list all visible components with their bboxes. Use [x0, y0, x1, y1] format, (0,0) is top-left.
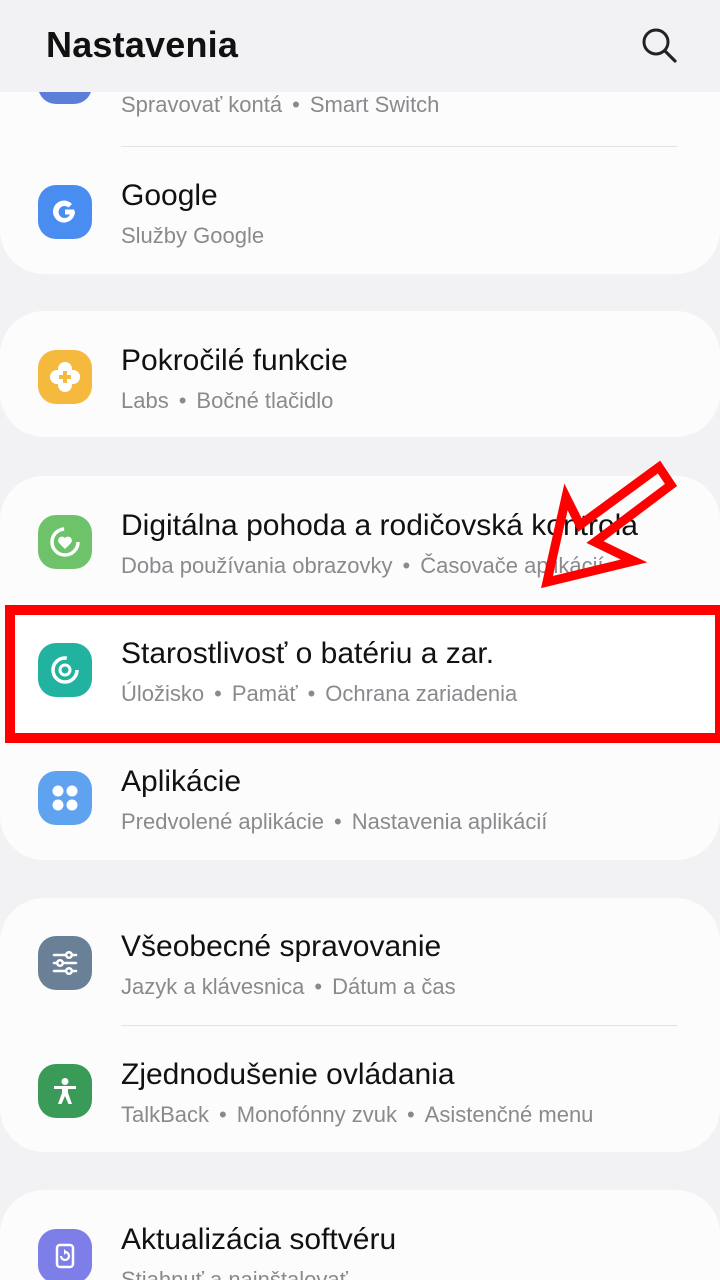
settings-item-general-management[interactable]: Všeobecné spravovanie Jazyk a klávesnica…: [0, 898, 720, 1026]
settings-item-apps[interactable]: Aplikácie Predvolené aplikácie • Nastaveni…: [0, 733, 720, 861]
app-header: Nastavenia: [0, 0, 720, 92]
google-icon: [38, 185, 92, 239]
item-sub: TalkBack • Monofónny zvuk • Asistenčné menu: [121, 1102, 594, 1127]
item-title: Zjednodušenie ovládania: [121, 1058, 455, 1091]
settings-item-battery-device-care[interactable]: Starostlivosť o batériu a zar. Úložisko •…: [0, 605, 720, 733]
item-title: Aktualizácia softvéru: [121, 1223, 397, 1256]
red-arrow-icon: [541, 460, 678, 589]
item-sub: Predvolené aplikácie • Nastavenia aplikáci…: [121, 809, 548, 834]
update-icon: [38, 1229, 92, 1280]
item-title: Pokročilé funkcie: [121, 344, 348, 377]
wellbeing-heart-icon: [38, 515, 92, 569]
accounts-sub: Spravovať kontá • Smart Switch: [121, 92, 440, 117]
search-icon: [642, 28, 677, 63]
settings-item-advanced-features[interactable]: Pokročilé funkcie Labs • Bočné tlačidlo: [0, 312, 720, 440]
item-title: Starostlivosť o batériu a zar.: [121, 637, 495, 670]
settings-item-software-update[interactable]: Aktualizácia softvéru Stiahnuť a nainšta…: [0, 1191, 720, 1280]
apps-grid-icon: [38, 771, 92, 825]
puzzle-icon: [38, 350, 92, 404]
page-title: Nastavenia: [46, 24, 239, 65]
item-sub: Úložisko • Pamäť • Ochrana zariadenia: [121, 681, 518, 706]
settings-item-google[interactable]: Google Služby Google: [0, 147, 720, 275]
settings-list: Spravovať kontá • Smart Switch Google Služ…: [0, 0, 720, 1280]
item-title: Google: [121, 179, 218, 212]
item-sub: Jazyk a klávesnica • Dátum a čas: [121, 974, 456, 999]
accessibility-person-icon: [38, 1064, 92, 1118]
item-sub: Labs • Bočné tlačidlo: [121, 388, 334, 413]
sliders-icon: [38, 936, 92, 990]
item-title: Aplikácie: [121, 765, 242, 798]
search-button[interactable]: [638, 24, 680, 66]
item-sub: Stiahnuť a nainštalovať: [121, 1267, 348, 1280]
item-title: Všeobecné spravovanie: [121, 930, 442, 963]
settings-item-accessibility[interactable]: Zjednodušenie ovládania TalkBack • Monofón…: [0, 1026, 720, 1154]
item-sub: Služby Google: [121, 223, 265, 248]
device-care-icon: [38, 643, 92, 697]
